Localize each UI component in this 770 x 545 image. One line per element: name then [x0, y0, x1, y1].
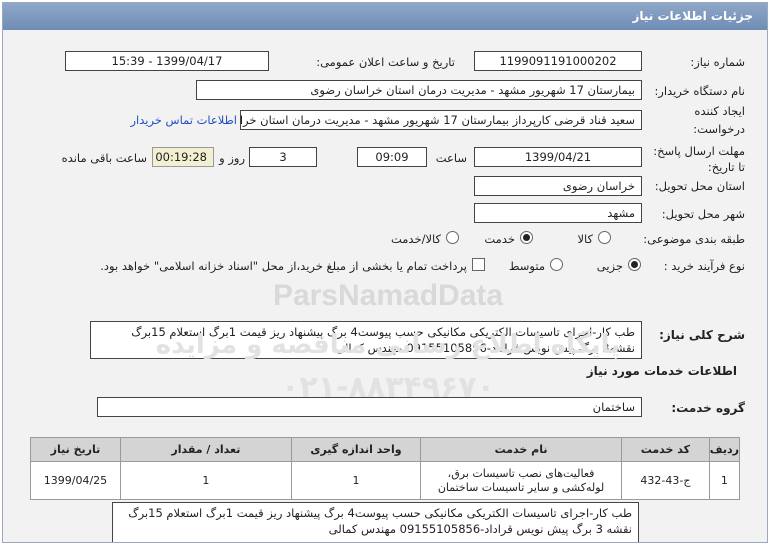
remaining-days-field[interactable]: 3 — [249, 147, 317, 167]
service-group-label: گروه خدمت: — [671, 401, 745, 415]
category-service-radio[interactable] — [520, 231, 533, 244]
treasury-bond-note: پرداخت تمام یا بخشی از مبلغ خرید،از محل … — [100, 259, 467, 273]
announce-date-label: تاریخ و ساعت اعلان عمومی: — [316, 55, 455, 69]
province-field[interactable]: خراسان رضوی — [474, 176, 642, 196]
process-medium-radio[interactable] — [550, 258, 563, 271]
buyer-name-label: نام دستگاه خریدار: — [654, 84, 745, 98]
summary-label: شرح کلی نیاز: — [659, 328, 745, 342]
process-minor-label: جزیی — [596, 259, 623, 273]
category-label: طبقه بندی موضوعی: — [643, 232, 745, 246]
province-label: استان محل تحویل: — [654, 179, 745, 193]
deadline-label-line2: تا تاریخ: — [707, 160, 745, 174]
category-goods-label: کالا — [577, 232, 593, 246]
row-code: ج-43-432 — [621, 461, 710, 500]
process-medium-label: متوسط — [508, 259, 545, 273]
creator-field[interactable]: سعید قناد قرضی کارپرداز بیمارستان 17 شهر… — [240, 110, 642, 130]
panel-title: جزئیات اطلاعات نیاز — [3, 3, 767, 30]
row-date: 1399/04/25 — [30, 461, 121, 500]
watermark-latin: ParsNamadData — [273, 279, 503, 312]
treasury-bond-checkbox[interactable] — [472, 258, 485, 271]
col-unit: واحد اندازه گیری — [290, 437, 422, 462]
process-type-label: نوع فرآیند خرید : — [663, 259, 745, 273]
creator-label-line1: ایجاد کننده — [694, 104, 745, 118]
category-goods-service-radio[interactable] — [446, 231, 459, 244]
row-unit: 1 — [290, 461, 422, 500]
row-qty: 1 — [119, 461, 292, 500]
deadline-time-field[interactable]: 09:09 — [357, 147, 427, 167]
col-qty: تعداد / مقدار — [119, 437, 292, 462]
deadline-date-field[interactable]: 1399/04/21 — [474, 147, 642, 167]
col-date: تاریخ نیاز — [30, 437, 121, 462]
buyer-contact-link[interactable]: اطلاعات تماس خریدار — [130, 113, 237, 127]
col-code: کد خدمت — [621, 437, 710, 462]
deadline-time-label: ساعت — [435, 151, 467, 165]
col-name: نام خدمت — [420, 437, 622, 462]
process-minor-radio[interactable] — [628, 258, 641, 271]
category-service-label: خدمت — [484, 232, 515, 246]
services-heading: اطلاعات خدمات مورد نیاز — [586, 364, 737, 378]
need-number-label: شماره نیاز: — [690, 55, 745, 69]
remaining-time-field: 00:19:28 — [152, 147, 214, 167]
buyer-name-field[interactable]: بیمارستان 17 شهریور مشهد - مدیریت درمان … — [196, 80, 642, 100]
table-row: 1 ج-43-432 فعالیت‌های نصب تاسیسات برق، ل… — [30, 461, 741, 500]
category-goods-service-label: کالا/خدمت — [390, 232, 441, 246]
remaining-time-label: ساعت باقی مانده — [61, 151, 147, 165]
row-index: 1 — [708, 461, 741, 500]
services-table-header: ردیف کد خدمت نام خدمت واحد اندازه گیری ت… — [30, 437, 741, 462]
deadline-label-line1: مهلت ارسال پاسخ: — [653, 144, 745, 158]
city-field[interactable]: مشهد — [474, 203, 642, 223]
city-label: شهر محل تحویل: — [661, 207, 745, 221]
creator-label-line2: درخواست: — [693, 122, 745, 136]
services-table: ردیف کد خدمت نام خدمت واحد اندازه گیری ت… — [30, 437, 741, 500]
announce-date-field[interactable]: 1399/04/17 - 15:39 — [65, 51, 269, 71]
row-name: فعالیت‌های نصب تاسیسات برق، لوله‌کشی و س… — [420, 461, 622, 500]
category-goods-radio[interactable] — [598, 231, 611, 244]
need-number-field[interactable]: 1199091191000202 — [474, 51, 642, 71]
need-details-panel: جزئیات اطلاعات نیاز شماره نیاز: 11990911… — [2, 2, 768, 543]
col-index: ردیف — [708, 437, 741, 462]
buyer-notes-text: طب کار-اجرای تاسیسات الکتریکی مکانیکی حس… — [112, 502, 639, 542]
days-label: روز و — [219, 151, 245, 165]
service-group-field[interactable]: ساختمان — [97, 397, 642, 417]
summary-text: طب کار-اجرای تاسیسات الکتریکی مکانیکی حس… — [90, 321, 642, 359]
